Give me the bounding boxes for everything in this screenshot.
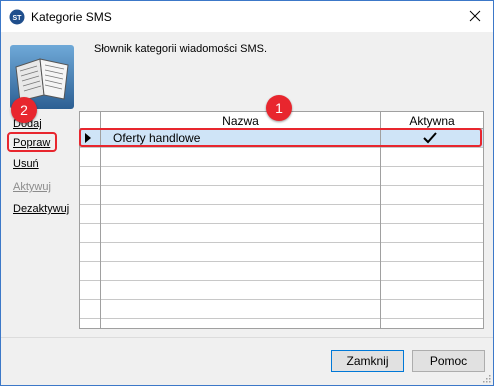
dialog-description: Słownik kategorii wiadomości SMS. [94, 43, 268, 55]
column-header-name[interactable]: Nazwa [101, 114, 380, 128]
annotation-badge-1: 1 [266, 95, 292, 121]
grid-divider [380, 112, 381, 328]
table-row-empty[interactable] [80, 186, 483, 205]
close-button[interactable] [461, 3, 489, 29]
dialog-window: ST Kategorie SMS Słownik kategorii wiado… [0, 0, 494, 386]
edit-link[interactable]: Popraw [13, 137, 50, 149]
resize-grip-icon[interactable] [481, 373, 491, 383]
close-icon [469, 10, 481, 22]
title-bar[interactable]: ST Kategorie SMS [1, 1, 493, 32]
table-row-empty[interactable] [80, 262, 483, 281]
checkmark-icon [423, 132, 437, 144]
annotation-badge-2: 2 [11, 97, 37, 123]
table-row-empty[interactable] [80, 281, 483, 300]
column-header-active[interactable]: Aktywna [381, 114, 483, 128]
delete-link[interactable]: Usuń [13, 158, 39, 170]
table-row-empty[interactable] [80, 224, 483, 243]
close-dialog-button[interactable]: Zamknij [331, 350, 404, 372]
app-logo-icon: ST [9, 9, 25, 25]
svg-text:ST: ST [13, 15, 23, 22]
categories-grid[interactable]: Nazwa Aktywna Oferty handlowe [79, 111, 484, 329]
help-button[interactable]: Pomoc [412, 350, 485, 372]
row-pointer-icon [85, 133, 91, 143]
table-row-empty[interactable] [80, 167, 483, 186]
grid-divider [100, 112, 101, 328]
table-row[interactable]: Oferty handlowe [80, 129, 483, 148]
table-row-empty[interactable] [80, 148, 483, 167]
activate-link: Aktywuj [13, 181, 51, 193]
row-name-cell: Oferty handlowe [113, 131, 201, 145]
table-row-empty[interactable] [80, 205, 483, 224]
deactivate-link[interactable]: Dezaktywuj [13, 203, 69, 215]
window-title: Kategorie SMS [31, 10, 112, 24]
table-row-empty[interactable] [80, 300, 483, 319]
table-row-empty[interactable] [80, 243, 483, 262]
